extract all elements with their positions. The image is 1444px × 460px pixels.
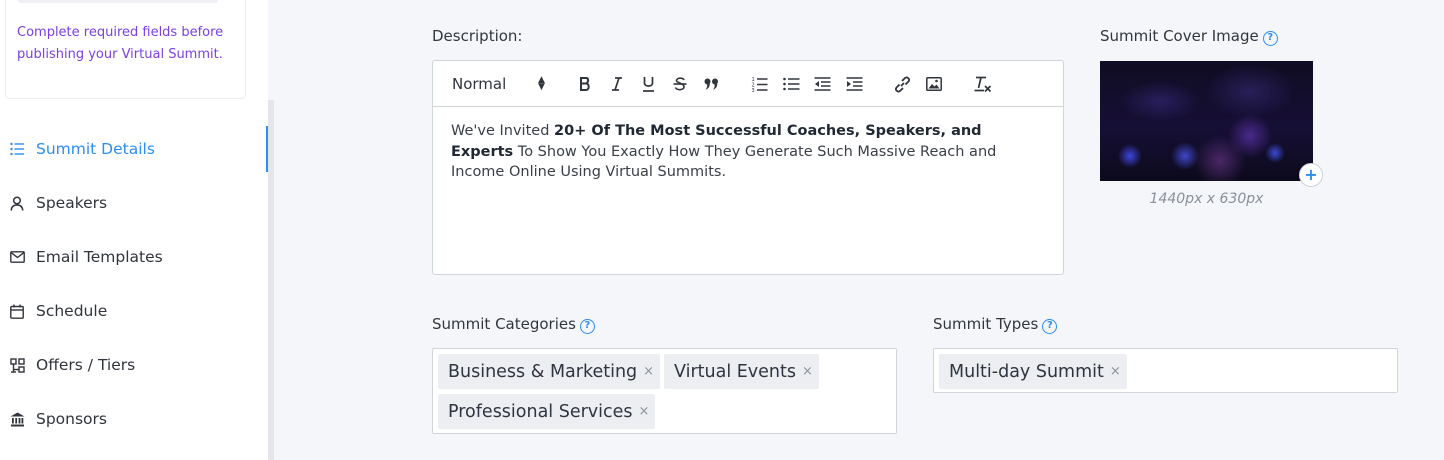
sidebar-item-email-templates[interactable]: Email Templates <box>0 233 268 281</box>
sidebar-item-label: Schedule <box>36 302 108 320</box>
category-tag: Business & Marketing × <box>438 354 661 389</box>
tag-label: Business & Marketing <box>448 361 638 382</box>
sidebar-scrollbar[interactable] <box>268 100 274 460</box>
italic-button[interactable] <box>608 73 626 95</box>
editor-content[interactable]: We've Invited 20+ Of The Most Successful… <box>433 107 1033 197</box>
sidebar-item-offers-tiers[interactable]: Offers / Tiers <box>0 341 268 389</box>
sidebar-item-speakers[interactable]: Speakers <box>0 179 268 227</box>
tag-label: Virtual Events <box>674 361 796 382</box>
image-icon <box>926 77 942 91</box>
italic-icon <box>612 77 622 91</box>
quote-icon <box>704 78 718 90</box>
strikethrough-button[interactable] <box>671 73 689 95</box>
bold-icon <box>580 77 590 91</box>
sidebar-item-sponsors[interactable]: Sponsors <box>0 395 268 443</box>
remove-tag-icon[interactable]: × <box>639 404 650 419</box>
remove-tag-icon[interactable]: × <box>802 364 813 379</box>
bullet-list-icon <box>782 77 799 91</box>
description-label: Description: <box>432 27 523 45</box>
type-tag: Multi-day Summit × <box>939 354 1127 389</box>
ordered-list-button[interactable]: 123 <box>750 73 768 95</box>
category-tag: Virtual Events × <box>664 354 819 389</box>
indent-button[interactable] <box>845 73 863 95</box>
categories-label-text: Summit Categories <box>432 315 576 333</box>
categories-input[interactable]: Business & Marketing × Virtual Events × Pr… <box>432 348 897 434</box>
editor-toolbar: Normal ▲ ▼ 123 <box>433 61 1063 107</box>
bank-icon <box>9 411 25 427</box>
types-label-text: Summit Types <box>933 315 1039 333</box>
sidebar-item-summit-details[interactable]: Summit Details <box>0 125 268 173</box>
sidebar-item-label: Email Templates <box>36 248 163 266</box>
indent-icon <box>846 77 862 91</box>
cover-image-label: Summit Cover Image? <box>1100 27 1278 46</box>
help-icon[interactable]: ? <box>579 319 595 334</box>
list-icon <box>9 141 25 157</box>
blockquote-button[interactable] <box>702 73 720 95</box>
strikethrough-icon <box>673 77 687 91</box>
sidebar-item-schedule[interactable]: Schedule <box>0 287 268 335</box>
help-icon[interactable]: ? <box>1042 319 1058 334</box>
remove-tag-icon[interactable]: × <box>1110 364 1121 379</box>
types-input[interactable]: Multi-day Summit × <box>933 348 1398 393</box>
calendar-icon <box>9 303 25 319</box>
description-text: We've Invited <box>451 123 555 139</box>
format-select-value: Normal <box>452 75 507 93</box>
svg-text:3: 3 <box>751 88 754 92</box>
sidebar-item-label: Sponsors <box>36 410 107 428</box>
ordered-list-icon: 123 <box>751 77 767 92</box>
user-icon <box>9 195 25 211</box>
bold-button[interactable] <box>576 73 594 95</box>
bullet-list-button[interactable] <box>782 73 800 95</box>
mail-icon <box>9 249 25 265</box>
cover-image-size: 1440px x 630px <box>1149 191 1264 207</box>
description-text: To Show You Exactly How They Generate Su… <box>451 143 997 181</box>
tag-label: Multi-day Summit <box>949 361 1104 382</box>
help-icon[interactable]: ? <box>1262 31 1278 46</box>
image-button[interactable] <box>925 73 943 95</box>
tiers-icon <box>9 357 25 373</box>
sidebar-item-label: Offers / Tiers <box>36 356 136 374</box>
clear-format-icon <box>974 76 992 92</box>
categories-label: Summit Categories? <box>432 315 595 334</box>
notice-progress-bar <box>18 0 218 3</box>
sidebar-item-label: Summit Details <box>36 140 155 158</box>
clear-format-button[interactable] <box>973 73 993 95</box>
underline-icon <box>642 77 654 92</box>
notice-text: Complete required fields before publishi… <box>17 25 224 62</box>
description-editor: Normal ▲ ▼ 123 We've Invited 20+ Of The … <box>432 60 1064 275</box>
cover-image-label-text: Summit Cover Image <box>1100 27 1259 45</box>
outdent-button[interactable] <box>813 73 831 95</box>
format-select[interactable]: Normal ▲ ▼ <box>452 73 552 95</box>
notice-card: Complete required fields before publishi… <box>5 0 246 99</box>
cover-image[interactable] <box>1100 61 1313 181</box>
sidebar: Complete required fields before publishi… <box>0 0 268 460</box>
underline-button[interactable] <box>639 73 657 95</box>
category-tag: Professional Services × <box>438 394 656 429</box>
remove-tag-icon[interactable]: × <box>643 364 654 379</box>
types-label: Summit Types? <box>933 315 1058 334</box>
sidebar-item-label: Speakers <box>36 194 108 212</box>
tag-label: Professional Services <box>448 401 633 422</box>
add-cover-image-button[interactable]: + <box>1299 163 1323 187</box>
link-button[interactable] <box>893 73 911 95</box>
outdent-icon <box>814 77 830 91</box>
select-arrows-icon: ▲ ▼ <box>538 75 545 92</box>
link-icon <box>894 76 910 92</box>
